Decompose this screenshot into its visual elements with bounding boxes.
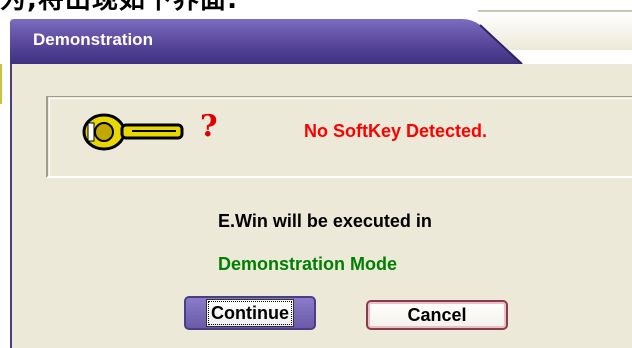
continue-button[interactable]: Continue	[184, 296, 316, 330]
dialog-title: Demonstration	[33, 30, 153, 49]
dialog-body: ? No SoftKey Detected. E.Win will be exe…	[10, 64, 632, 348]
demonstration-dialog: Demonstration ? No SoftKey Detected. E.W…	[10, 19, 632, 348]
dialog-titlebar[interactable]: Demonstration	[10, 19, 632, 64]
execution-info-text: E.Win will be executed in	[218, 211, 432, 231]
demonstration-mode-text: Demonstration Mode	[218, 254, 398, 274]
left-edge-mark	[0, 64, 2, 104]
cancel-button[interactable]: Cancel	[366, 300, 508, 330]
softkey-message: No SoftKey Detected.	[304, 121, 488, 141]
status-panel: ? No SoftKey Detected.	[46, 96, 632, 178]
key-icon	[80, 109, 190, 160]
question-icon: ?	[200, 109, 218, 144]
continue-button-label: Continue	[206, 299, 294, 327]
